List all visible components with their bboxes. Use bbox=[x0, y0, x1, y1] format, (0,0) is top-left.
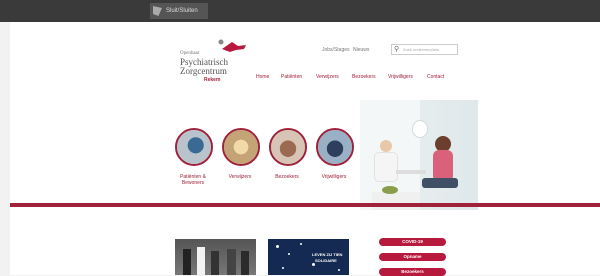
search-input[interactable]: ⚲ Zoek onderwerp/iets bbox=[391, 44, 458, 55]
circle-label-patienten-line2: Bewoners bbox=[181, 180, 205, 186]
nav-patienten[interactable]: Patiënten bbox=[281, 74, 302, 80]
web-page: Openbaar Psychiatrisch Zorgcentrum Rekem… bbox=[10, 22, 600, 276]
circle-bezoekers-photo bbox=[271, 130, 305, 164]
hero-person-left-head bbox=[380, 140, 392, 152]
poster-star bbox=[288, 253, 290, 255]
hero-person-jeans bbox=[422, 178, 458, 188]
logo-line-3: Zorgcentrum bbox=[180, 66, 227, 76]
hero-fruit-bowl bbox=[382, 186, 398, 194]
news-photo-person-5 bbox=[241, 251, 249, 275]
nav-bezoekers[interactable]: Bezoekers bbox=[352, 74, 376, 80]
circle-label-vrijwilligers[interactable]: Vrijwilligers bbox=[311, 174, 357, 180]
nav-contact[interactable]: Contact bbox=[427, 74, 444, 80]
nav-verwijzers[interactable]: Verwijzers bbox=[316, 74, 339, 80]
search-icon[interactable]: ⚲ bbox=[394, 46, 399, 53]
circle-verwijzers[interactable] bbox=[222, 128, 260, 166]
poster-line-1: LEVEN ZIJ TIEN bbox=[312, 252, 343, 257]
tab-label: Sluit/Sluiten bbox=[166, 8, 198, 14]
poster-line-2: SOLIDAIRE bbox=[315, 258, 337, 263]
circle-verwijzers-photo bbox=[224, 130, 258, 164]
section-divider bbox=[10, 203, 600, 207]
news-poster[interactable]: LEVEN ZIJ TIEN SOLIDAIRE bbox=[268, 239, 349, 275]
nieuws-link[interactable]: Nieuws bbox=[353, 47, 369, 53]
news-photo-person-3 bbox=[211, 251, 219, 275]
poster-star bbox=[282, 267, 284, 269]
circle-patienten-photo bbox=[177, 130, 211, 164]
hero-photo bbox=[360, 100, 478, 210]
news-photo-person-1 bbox=[183, 249, 191, 275]
poster-star bbox=[338, 269, 340, 271]
news-photo-person-4 bbox=[227, 249, 236, 275]
logo-line-4: Rekem bbox=[204, 77, 221, 83]
nav-vrijwilligers[interactable]: Vrijwilligers bbox=[388, 74, 413, 80]
logo-line-1: Openbaar bbox=[180, 51, 200, 56]
tab-favicon-icon bbox=[153, 6, 162, 16]
hero-table bbox=[396, 170, 426, 174]
poster-star bbox=[276, 245, 279, 248]
hero-wall-lamp bbox=[412, 120, 428, 138]
nav-home[interactable]: Home bbox=[256, 74, 269, 80]
circle-label-patienten[interactable]: Patiënten & Bewoners bbox=[170, 174, 216, 186]
circle-label-verwijzers[interactable]: Verwijzers bbox=[217, 174, 263, 180]
search-placeholder: Zoek onderwerp/iets bbox=[403, 47, 440, 52]
covid-button[interactable]: COVID-19 bbox=[379, 238, 446, 246]
logo-mark-icon bbox=[218, 39, 246, 52]
site-logo[interactable]: Openbaar Psychiatrisch Zorgcentrum Rekem bbox=[180, 37, 260, 97]
opname-button[interactable]: Opname bbox=[379, 253, 446, 261]
jobs-link[interactable]: Jobs/Stages bbox=[322, 47, 350, 53]
browser-tab[interactable]: Sluit/Sluiten bbox=[150, 3, 208, 19]
circle-patienten[interactable] bbox=[175, 128, 213, 166]
browser-toolbar: Sluit/Sluiten bbox=[0, 0, 600, 22]
circle-vrijwilligers-photo bbox=[318, 130, 352, 164]
hero-person-left bbox=[374, 152, 398, 182]
circle-label-bezoekers[interactable]: Bezoekers bbox=[264, 174, 310, 180]
circle-bezoekers[interactable] bbox=[269, 128, 307, 166]
news-photo-group[interactable] bbox=[175, 239, 256, 275]
news-photo-person-2 bbox=[197, 247, 205, 275]
poster-star bbox=[300, 243, 302, 245]
circle-vrijwilligers[interactable] bbox=[316, 128, 354, 166]
hero-table-front bbox=[372, 192, 420, 210]
poster-star bbox=[312, 263, 315, 266]
